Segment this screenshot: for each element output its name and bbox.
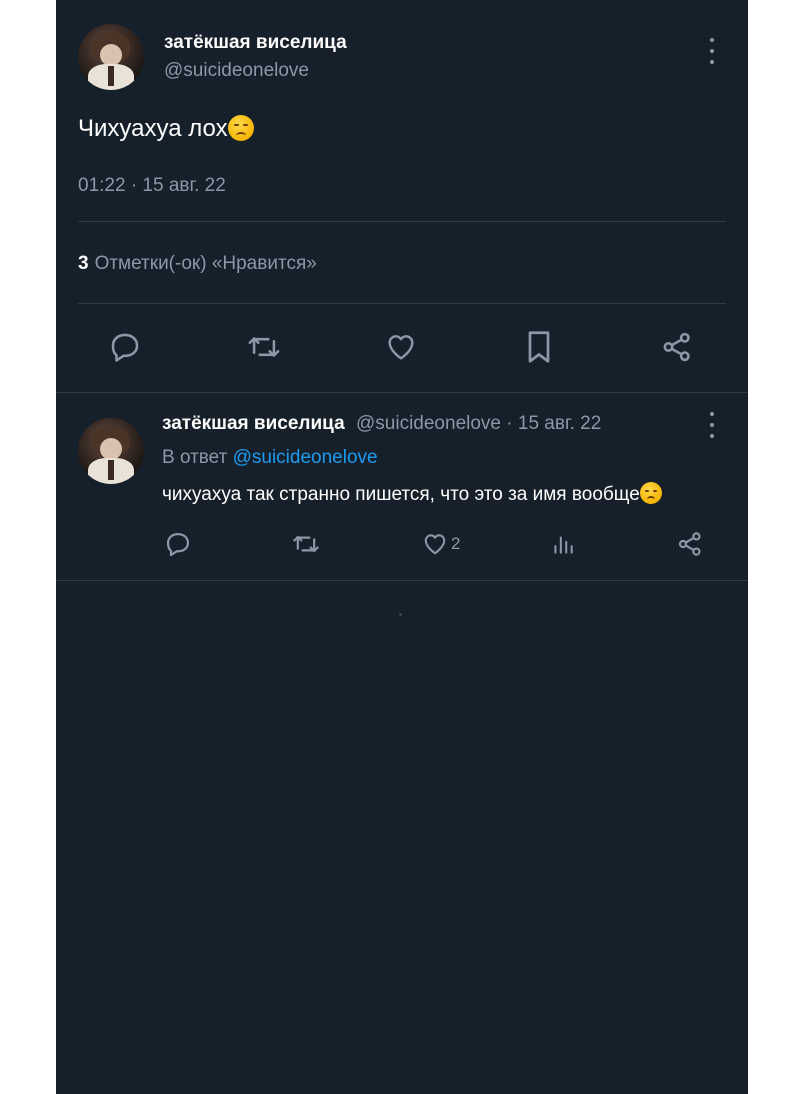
reply-like-button[interactable]: 2 <box>421 531 460 557</box>
reply-like-count: 2 <box>451 534 461 553</box>
divider <box>78 303 726 304</box>
reply-date: · 15 авг. 22 <box>506 413 602 434</box>
author-handle[interactable]: @suicideonelove <box>164 60 309 82</box>
divider <box>56 392 748 393</box>
reply-to-line: В ответ @suicideonelove <box>162 447 378 469</box>
likes-count: 3 <box>78 253 89 274</box>
loading-dot <box>399 613 402 616</box>
bookmark-button[interactable] <box>524 329 554 365</box>
tweet-detail-screen: затёкшая виселица @suicideonelove Чихуах… <box>56 0 748 1094</box>
tweet-timestamp: 01:22 · 15 авг. 22 <box>78 175 226 196</box>
retweet-icon <box>248 337 280 357</box>
reply-to-prefix: В ответ <box>162 447 228 468</box>
reply-author-avatar[interactable] <box>78 418 144 484</box>
share-icon <box>678 532 701 556</box>
divider <box>56 580 748 581</box>
unamused-face-emoji <box>227 115 254 141</box>
likes-label: Отметки(-ок) «Нравится» <box>94 253 317 274</box>
bookmark-icon <box>528 331 550 363</box>
share-button[interactable] <box>660 330 694 364</box>
reply-retweet-button[interactable] <box>291 530 321 558</box>
retweet-icon <box>293 535 319 553</box>
reply-author-name[interactable]: затёкшая виселица <box>162 413 345 435</box>
heart-icon <box>424 534 446 555</box>
reply-text: чихуахуа так странно пишется, что это за… <box>162 482 662 506</box>
reply-more-options-icon[interactable] <box>709 412 715 438</box>
reply-author-handle: @suicideonelove · 15 авг. 22 <box>356 413 601 435</box>
author-avatar[interactable] <box>78 24 144 90</box>
reply-handle[interactable]: @suicideonelove <box>356 413 501 434</box>
divider <box>78 221 726 222</box>
worried-face-emoji <box>639 482 662 504</box>
author-name[interactable]: затёкшая виселица <box>164 32 347 54</box>
reply-button[interactable] <box>108 330 142 364</box>
tweet-text: Чихуахуа лох <box>78 115 254 143</box>
heart-icon <box>388 335 414 360</box>
reply-analytics-button[interactable] <box>550 530 576 558</box>
reply-icon <box>111 333 139 362</box>
retweet-button[interactable] <box>246 330 282 364</box>
share-icon <box>663 332 690 362</box>
more-options-icon[interactable] <box>709 38 715 64</box>
reply-mention-link[interactable]: @suicideonelove <box>233 447 378 468</box>
reply-reply-button[interactable] <box>164 530 192 558</box>
like-button[interactable] <box>384 331 418 363</box>
reply-icon <box>166 532 190 557</box>
analytics-icon <box>554 536 573 554</box>
likes-summary[interactable]: 3 Отметки(-ок) «Нравится» <box>78 253 317 275</box>
reply-share-button[interactable] <box>676 530 704 558</box>
